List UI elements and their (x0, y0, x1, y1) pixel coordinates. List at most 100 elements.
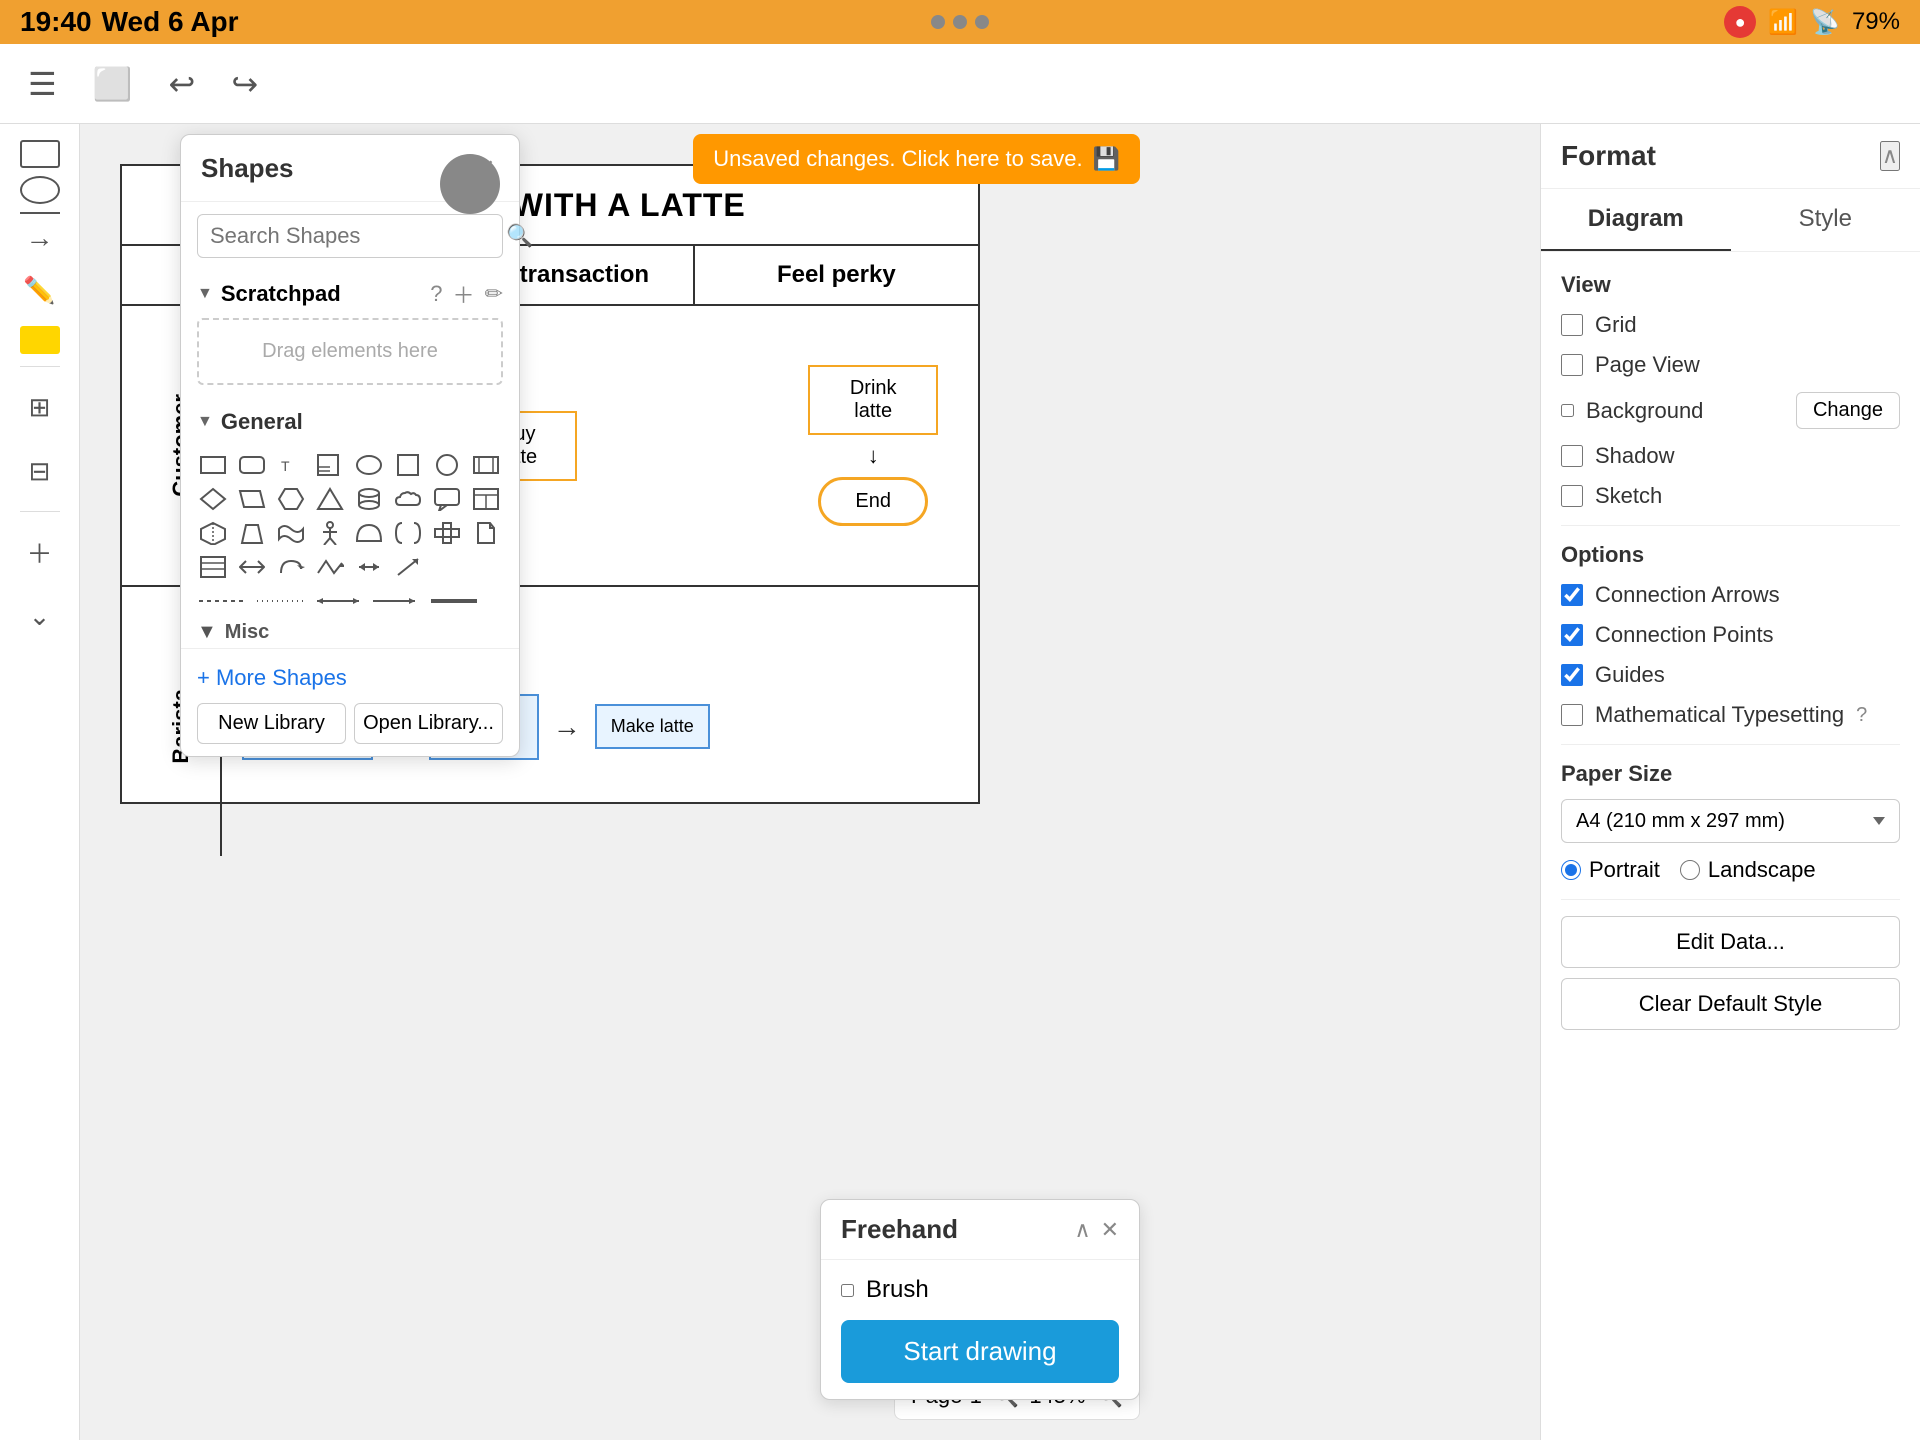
pages-button[interactable]: ⬜ (85, 57, 141, 111)
tab-style[interactable]: Style (1731, 189, 1920, 251)
shape-hexagon[interactable] (275, 485, 307, 513)
line-dotted[interactable] (255, 593, 305, 609)
shape-square[interactable] (392, 451, 424, 479)
shape-cross[interactable] (431, 519, 463, 547)
portrait-radio[interactable] (1561, 860, 1581, 880)
sketch-label: Sketch (1595, 483, 1662, 509)
paper-size-select[interactable]: A4 (210 mm x 297 mm) (1561, 799, 1900, 843)
options-label: Options (1561, 542, 1900, 568)
line-thick[interactable] (429, 593, 479, 609)
shape-circle[interactable] (431, 451, 463, 479)
shape-cylinder[interactable] (353, 485, 385, 513)
scratchpad-add[interactable]: ＋ (453, 278, 475, 310)
shape-stickman[interactable] (314, 519, 346, 547)
undo-button[interactable]: ↩ (161, 57, 204, 111)
grid-checkbox[interactable] (1561, 314, 1583, 336)
line-arrow-both[interactable] (313, 593, 363, 609)
sidebar-table-button[interactable]: ⊟ (12, 443, 68, 499)
connection-arrows-checkbox[interactable] (1561, 584, 1583, 606)
landscape-option[interactable]: Landscape (1680, 857, 1816, 883)
sidebar-arrow-shape[interactable]: → (26, 222, 54, 254)
shape-parallelogram[interactable] (236, 485, 268, 513)
sidebar-ellipse-shape[interactable] (20, 176, 60, 204)
open-library-button[interactable]: Open Library... (354, 703, 503, 744)
shape-table[interactable] (470, 485, 502, 513)
shape-diagonal-arrow[interactable] (392, 553, 424, 581)
sidebar-more-button[interactable]: ⌄ (12, 588, 68, 644)
menu-button[interactable]: ☰ (20, 57, 65, 111)
shape-wave[interactable] (275, 519, 307, 547)
sidebar-add-button[interactable]: ＋ (12, 524, 68, 580)
canvas-area[interactable]: Unsaved changes. Click here to save. 💾 P… (80, 124, 1540, 1440)
shape-triangle[interactable] (314, 485, 346, 513)
record-icon: ● (1724, 6, 1756, 38)
search-input[interactable] (210, 223, 498, 249)
misc-chevron: ▼ (197, 621, 217, 644)
shape-double-arrow[interactable] (353, 553, 385, 581)
content-area: → ✏️ ⊞ ⊟ ＋ ⌄ Unsaved changes. Click here… (0, 124, 1920, 1440)
shape-note[interactable] (314, 451, 346, 479)
unsaved-banner[interactable]: Unsaved changes. Click here to save. 💾 (693, 134, 1140, 184)
clear-style-button[interactable]: Clear Default Style (1561, 978, 1900, 1030)
new-library-button[interactable]: New Library (197, 703, 346, 744)
shape-process[interactable] (470, 451, 502, 479)
brush-checkbox[interactable] (841, 1284, 854, 1297)
sidebar-grid-button[interactable]: ⊞ (12, 379, 68, 435)
connection-points-checkbox[interactable] (1561, 624, 1583, 646)
down-arrow1: ↓ (868, 443, 879, 469)
shape-comment[interactable] (431, 485, 463, 513)
math-checkbox[interactable] (1561, 704, 1583, 726)
shape-text[interactable]: T (275, 451, 307, 479)
sidebar-edit-button[interactable]: ✏️ (12, 262, 68, 318)
start-drawing-button[interactable]: Start drawing (841, 1320, 1119, 1383)
shape-trapezoid[interactable] (236, 519, 268, 547)
shape-rounded-rect[interactable] (236, 451, 268, 479)
shadow-checkbox[interactable] (1561, 445, 1583, 467)
general-header[interactable]: ▼ General (181, 401, 519, 443)
more-shapes-button[interactable]: + More Shapes (197, 661, 347, 695)
scratchpad-edit[interactable]: ✏ (485, 278, 503, 310)
background-checkbox[interactable] (1561, 404, 1574, 417)
shape-diamond[interactable] (197, 485, 229, 513)
misc-header[interactable]: ▼ Misc (197, 621, 503, 644)
freehand-collapse[interactable]: ∧ (1074, 1217, 1090, 1243)
change-background-button[interactable]: Change (1796, 392, 1900, 429)
signal-icon: 📶 (1768, 8, 1798, 37)
line-arrow-right[interactable] (371, 593, 421, 609)
portrait-option[interactable]: Portrait (1561, 857, 1660, 883)
sketch-row: Sketch (1561, 483, 1900, 509)
shape-ellipse[interactable] (353, 451, 385, 479)
shape-zigzag-arrow[interactable] (314, 553, 346, 581)
page-view-checkbox[interactable] (1561, 354, 1583, 376)
sidebar-line-shape[interactable] (20, 212, 60, 214)
shape-half-circle[interactable] (353, 519, 385, 547)
sidebar-rectangle-shape[interactable] (20, 140, 60, 168)
shape-curved-arrow[interactable] (275, 553, 307, 581)
landscape-radio[interactable] (1680, 860, 1700, 880)
sketch-checkbox[interactable] (1561, 485, 1583, 507)
shape-bracket[interactable] (392, 519, 424, 547)
end-box[interactable]: End (818, 477, 928, 526)
scratchpad-chevron: ▼ (197, 285, 213, 303)
line-dashed[interactable] (197, 593, 247, 609)
edit-data-button[interactable]: Edit Data... (1561, 916, 1900, 968)
shape-nav-arrows[interactable] (236, 553, 268, 581)
shape-list[interactable] (197, 553, 229, 581)
shape-rect[interactable] (197, 451, 229, 479)
shape-cloud[interactable] (392, 485, 424, 513)
make-latte-box[interactable]: Make latte (595, 704, 710, 749)
sidebar-note-shape[interactable] (20, 326, 60, 354)
shape-file[interactable] (470, 519, 502, 547)
freehand-close[interactable]: ✕ (1101, 1217, 1119, 1243)
status-bar-right: ● 📶 📡 79% (1724, 6, 1900, 38)
shape-cube[interactable] (197, 519, 229, 547)
guides-checkbox[interactable] (1561, 664, 1583, 686)
scratchpad-help[interactable]: ? (430, 278, 442, 310)
tab-diagram[interactable]: Diagram (1541, 189, 1731, 251)
grid-row: Grid (1561, 312, 1900, 338)
drink-latte-box[interactable]: Drink latte (808, 365, 938, 435)
background-label: Background (1586, 398, 1703, 424)
redo-button[interactable]: ↪ (223, 57, 266, 111)
conn-points-row: Connection Points (1561, 622, 1900, 648)
format-panel-collapse[interactable]: ∧ (1880, 141, 1900, 171)
